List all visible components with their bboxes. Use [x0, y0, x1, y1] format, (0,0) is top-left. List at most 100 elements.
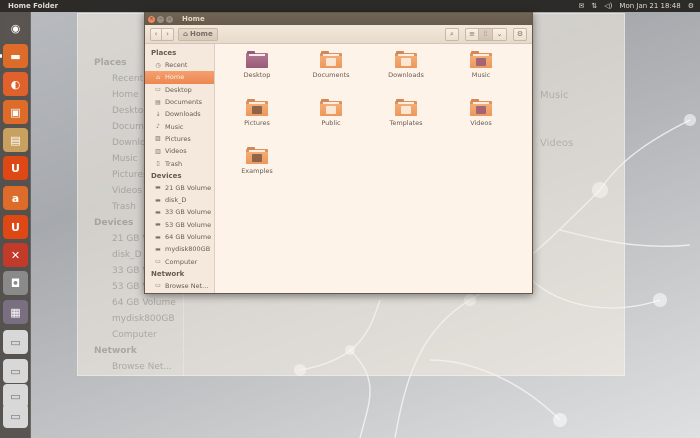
software-center-icon[interactable]: ▣ [3, 100, 28, 124]
recent-icon: ◷ [155, 61, 161, 69]
power-gear-icon[interactable]: ⚙ [688, 2, 694, 10]
sidebar-item-trash[interactable]: ▯ Trash [145, 157, 214, 169]
sidebar-item-label: 33 GB Volume [165, 208, 212, 217]
music-icon: ♪ [156, 123, 160, 131]
sidebar-item-home[interactable]: ⌂ Home [145, 71, 214, 84]
sidebar-item-64gb[interactable]: ▬ 64 GB Volume [145, 231, 214, 243]
grid-view-button[interactable]: ⦙⦙ [479, 27, 493, 41]
ghost-sidebar-label: mydisk800GB [112, 314, 175, 324]
file-public[interactable]: Public [301, 99, 361, 127]
ghost-sidebar-label: Trash [112, 202, 136, 212]
maximize-icon[interactable]: ▫ [166, 15, 173, 23]
drive-icon-2[interactable]: ▭ [3, 359, 28, 383]
archive-icon[interactable]: ▤ [3, 128, 28, 152]
sidebar-item-desktop[interactable]: ▭ Desktop [145, 84, 214, 96]
ghost-sidebar-label: Computer [112, 330, 157, 340]
sidebar-item-recent[interactable]: ◷ Recent [145, 59, 214, 71]
settings-button[interactable]: ⚙ [513, 27, 527, 41]
camera-icon[interactable]: ◘ [3, 271, 28, 295]
file-music[interactable]: Music [451, 51, 511, 79]
sidebar-item-documents[interactable]: ▤ Documents [145, 96, 214, 108]
back-button[interactable]: ‹ [150, 27, 162, 41]
ghost-sidebar-label: 64 GB Volume [112, 298, 176, 308]
sidebar: Places ◷ Recent ⌂ Home ▭ Desktop ▤ Documents ↓ Dow… [145, 44, 215, 293]
network-icon[interactable]: ⇅ [591, 2, 597, 10]
list-view-button[interactable]: ≡ [465, 27, 479, 41]
file-label: Templates [389, 119, 423, 127]
sidebar-item-21gb[interactable]: ▬ 21 GB Volume [145, 182, 214, 194]
file-documents[interactable]: Documents [301, 51, 361, 79]
files-icon[interactable]: ▬ [3, 44, 28, 68]
file-label: Downloads [388, 71, 424, 79]
file-templates[interactable]: Templates [376, 99, 436, 127]
sidebar-item-label: Desktop [165, 85, 192, 94]
minimize-icon[interactable]: – [157, 15, 164, 23]
file-examples[interactable]: Examples [227, 147, 287, 175]
toolbar: ‹ › ⌂ Home ⌕ ≡ ⦙⦙ ⌄ ⚙ [145, 25, 532, 44]
ghost-sidebar-label: Network [94, 346, 137, 356]
sidebar-item-label: Recent [165, 61, 188, 70]
view-options-button[interactable]: ⌄ [493, 27, 507, 41]
downloads-icon: ↓ [155, 110, 161, 118]
top-panel: Home Folder ✉ ⇅ ◁) Mon Jan 21 18:48 ⚙ [0, 0, 700, 12]
file-desktop[interactable]: Desktop [227, 51, 287, 79]
sidebar-item-mydisk[interactable]: ▬ mydisk800GB [145, 243, 214, 255]
ghost-sidebar-label: Pictures [112, 170, 148, 180]
mail-icon[interactable]: ✉ [579, 2, 585, 10]
firefox-icon[interactable]: ◐ [3, 72, 28, 96]
file-downloads[interactable]: Downloads [376, 51, 436, 79]
sidebar-item-label: Downloads [165, 110, 201, 119]
system-settings-icon[interactable]: ✕ [3, 243, 28, 267]
nav-buttons: ‹ › [150, 27, 174, 41]
folder-icon [246, 147, 268, 164]
ghost-sidebar-label: Videos [112, 186, 142, 196]
21gb-icon: ▬ [155, 184, 161, 192]
clock[interactable]: Mon Jan 21 18:48 [619, 2, 680, 10]
videos-icon: ▥ [155, 147, 161, 155]
file-label: Public [321, 119, 341, 127]
sidebar-item-pictures[interactable]: ▨ Pictures [145, 133, 214, 145]
64gb-icon: ▬ [155, 233, 161, 241]
sidebar-item-33gb[interactable]: ▬ 33 GB Volume [145, 206, 214, 218]
sidebar-item-53gb[interactable]: ▬ 53 GB Volume [145, 219, 214, 231]
window-titlebar[interactable]: × – ▫ Home [145, 13, 532, 25]
list-view-icon: ≡ [469, 30, 475, 38]
file-videos[interactable]: Videos [451, 99, 511, 127]
forward-button[interactable]: › [162, 27, 174, 41]
file-pictures[interactable]: Pictures [227, 99, 287, 127]
browse-network-icon: ▭ [155, 282, 161, 290]
sidebar-item-music[interactable]: ♪ Music [145, 120, 214, 132]
sidebar-item-videos[interactable]: ▥ Videos [145, 145, 214, 157]
home-icon: ⌂ [156, 73, 160, 81]
ubuntu-one-music-icon[interactable]: U [3, 215, 28, 239]
volume-icon[interactable]: ◁) [604, 2, 612, 10]
33gb-icon: ▬ [155, 208, 161, 216]
amazon-icon[interactable]: a [3, 186, 28, 210]
active-window-title: Home Folder [8, 2, 59, 10]
sidebar-item-downloads[interactable]: ↓ Downloads [145, 108, 214, 120]
running-indicator [0, 54, 2, 58]
search-button[interactable]: ⌕ [445, 27, 459, 41]
sidebar-item-label: Pictures [165, 134, 191, 143]
close-icon[interactable]: × [148, 15, 155, 23]
sidebar-item-label: Browse Net... [165, 281, 209, 290]
ubuntu-one-icon[interactable]: U [3, 156, 28, 180]
sidebar-item-browse-network[interactable]: ▭ Browse Net... [145, 280, 214, 292]
folder-icon [246, 99, 268, 116]
mydisk-icon: ▬ [155, 245, 161, 253]
drive-stack-icon[interactable]: ▭ [3, 404, 28, 428]
ghost-file-label: Videos [540, 138, 574, 149]
sidebar-item-label: Home [165, 73, 185, 82]
drive-icon[interactable]: ▭ [3, 330, 28, 354]
sidebar-item-computer[interactable]: ▭ Computer [145, 255, 214, 267]
sidebar-item-label: 53 GB Volume [165, 220, 212, 229]
disk-d-icon: ▬ [155, 196, 161, 204]
sidebar-item-disk-d[interactable]: ▬ disk_D [145, 194, 214, 206]
dash-home-icon[interactable]: ◉ [3, 16, 28, 40]
breadcrumb-home[interactable]: ⌂ Home [178, 27, 218, 41]
workspace-switcher-icon[interactable]: ▦ [3, 300, 28, 324]
ghost-sidebar-label: Places [94, 58, 127, 68]
folder-icon [320, 51, 342, 68]
indicator-area: ✉ ⇅ ◁) Mon Jan 21 18:48 ⚙ [579, 2, 700, 10]
chevron-right-icon: › [166, 30, 169, 38]
